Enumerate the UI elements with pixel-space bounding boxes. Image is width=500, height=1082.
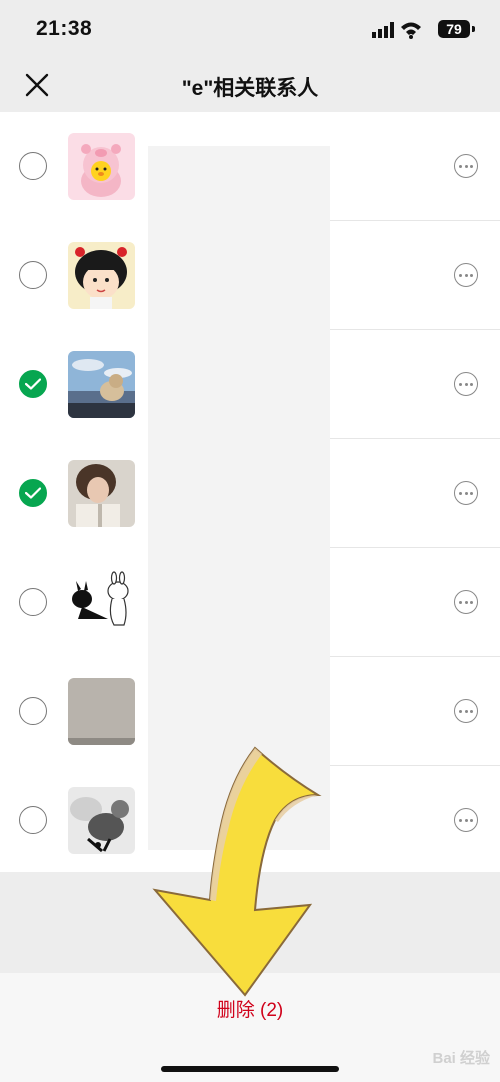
battery-tip xyxy=(472,26,475,32)
more-options-button[interactable] xyxy=(454,481,478,505)
arrow-annotation-icon xyxy=(152,746,322,997)
cat-in-car-avatar xyxy=(68,351,135,418)
page-title: "e"相关联系人 xyxy=(181,77,319,100)
status-icons: 79 xyxy=(358,19,478,39)
nav-bar: "e"相关联系人 xyxy=(0,58,500,112)
woman-portrait-avatar xyxy=(68,460,135,527)
contact-checkbox[interactable] xyxy=(19,152,47,180)
more-options-button[interactable] xyxy=(454,372,478,396)
checkmark-icon xyxy=(25,487,41,499)
wifi-icon xyxy=(401,22,421,39)
signal-icon xyxy=(372,22,394,38)
more-options-button[interactable] xyxy=(454,808,478,832)
cat-sketch-avatar xyxy=(68,787,135,854)
more-options-button[interactable] xyxy=(454,154,478,178)
more-options-button[interactable] xyxy=(454,263,478,287)
contact-checkbox[interactable] xyxy=(19,479,47,507)
pig-costume-avatar xyxy=(68,133,135,200)
watermark: Bai 经验 xyxy=(432,1050,490,1067)
cartoon-rabbits-avatar xyxy=(68,569,135,636)
contact-checkbox[interactable] xyxy=(19,806,47,834)
status-time: 21:38 xyxy=(36,17,93,40)
more-options-button[interactable] xyxy=(454,590,478,614)
status-bar: 21:38 79 xyxy=(0,0,500,58)
contact-checkbox[interactable] xyxy=(19,370,47,398)
more-options-button[interactable] xyxy=(454,699,478,723)
gray-square-avatar xyxy=(68,678,135,745)
cartoon-girl-avatar xyxy=(68,242,135,309)
checkmark-icon xyxy=(25,378,41,390)
contact-checkbox[interactable] xyxy=(19,588,47,616)
contact-checkbox[interactable] xyxy=(19,697,47,725)
contact-checkbox[interactable] xyxy=(19,261,47,289)
battery-indicator: 79 xyxy=(438,20,470,38)
home-indicator xyxy=(161,1066,339,1072)
